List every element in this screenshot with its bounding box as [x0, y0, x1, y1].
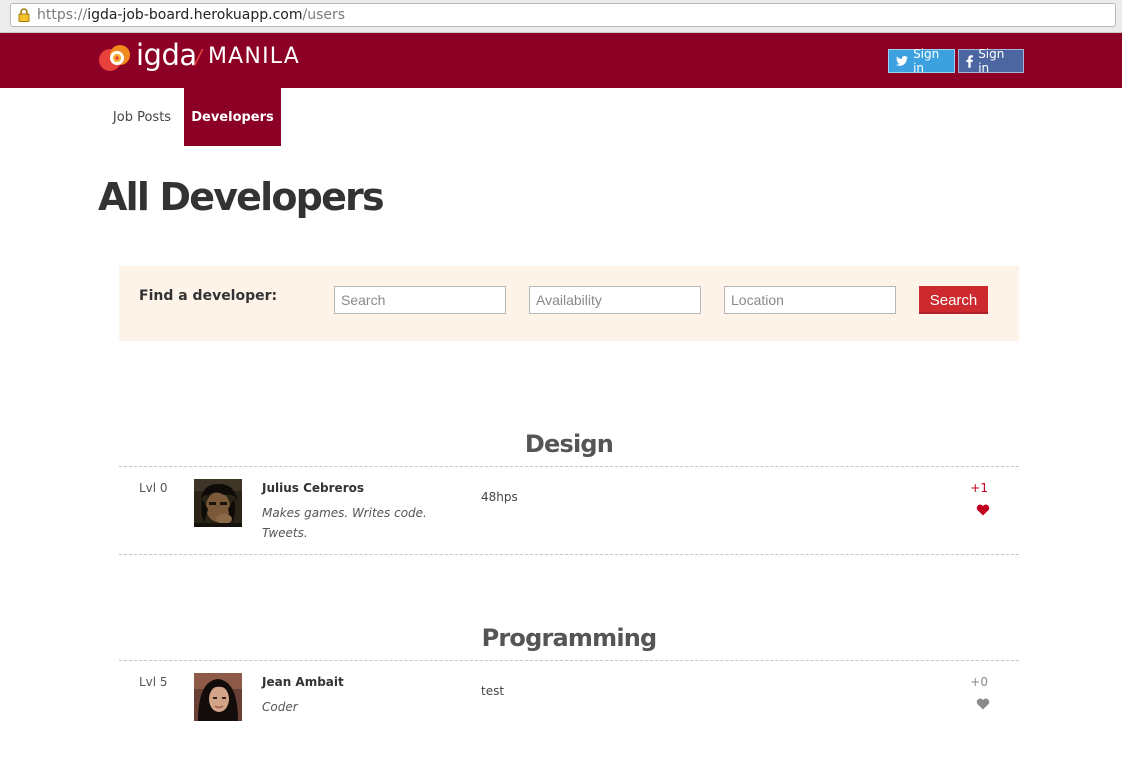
developer-studio: 48hps: [481, 490, 518, 504]
avatar[interactable]: [194, 479, 242, 527]
lock-icon: [18, 8, 30, 22]
search-input[interactable]: [334, 286, 506, 314]
nav-developers[interactable]: Developers: [184, 88, 281, 146]
address-bar[interactable]: https://igda-job-board.herokuapp.com/use…: [10, 3, 1116, 27]
availability-input[interactable]: [529, 286, 701, 314]
search-button[interactable]: Search: [919, 286, 988, 314]
url-domain: igda-job-board.herokuapp.com: [87, 7, 303, 23]
igda-logo-icon[interactable]: [98, 43, 132, 73]
developer-name[interactable]: Julius Cebreros: [262, 481, 364, 495]
page-title: All Developers: [98, 175, 385, 219]
twitter-bird-icon: [896, 56, 909, 66]
section-title-design: Design: [524, 430, 614, 458]
url-text: https://igda-job-board.herokuapp.com/use…: [37, 7, 345, 23]
developer-studio: test: [481, 684, 505, 698]
developer-level: Lvl 0: [139, 481, 168, 495]
vote-count: +0: [970, 675, 988, 689]
facebook-signin-label: Sign in: [978, 47, 1005, 75]
browser-toolbar: https://igda-job-board.herokuapp.com/use…: [0, 0, 1122, 33]
developer-bio: Coder: [262, 700, 298, 714]
logo-text[interactable]: igda: [136, 37, 197, 73]
site-header: igda / MANILA Sign in Sign in: [0, 33, 1122, 88]
section-divider: [119, 660, 1019, 661]
location-input[interactable]: [724, 286, 896, 314]
heart-icon[interactable]: [976, 504, 990, 516]
facebook-signin-button[interactable]: Sign in: [958, 47, 1024, 75]
logo-separator: /: [195, 45, 202, 69]
nav-job-posts[interactable]: Job Posts: [100, 88, 184, 146]
vote-count: +1: [970, 481, 988, 495]
url-protocol: https://: [37, 7, 88, 23]
section-divider: [119, 466, 1019, 467]
find-developer-label: Find a developer:: [139, 288, 278, 304]
twitter-signin-label: Sign in: [913, 47, 940, 75]
developer-level: Lvl 5: [139, 675, 168, 689]
developer-row: Lvl 0 Julius Cebreros Makes games. Write…: [119, 479, 1019, 571]
developer-bio: Makes games. Writes code. Tweets.: [262, 506, 427, 540]
facebook-icon: [966, 54, 973, 68]
developer-name[interactable]: Jean Ambait: [262, 675, 344, 689]
developer-row: Lvl 5 Jean Ambait Coder test +0: [119, 673, 1019, 765]
url-path: /users: [302, 7, 346, 23]
logo-city: MANILA: [208, 44, 300, 69]
avatar[interactable]: [194, 673, 242, 721]
twitter-signin-button[interactable]: Sign in: [888, 47, 955, 75]
section-title-programming: Programming: [481, 624, 658, 652]
section-divider: [119, 554, 1019, 555]
heart-icon[interactable]: [976, 698, 990, 710]
search-panel: Find a developer: Search: [119, 266, 1019, 341]
